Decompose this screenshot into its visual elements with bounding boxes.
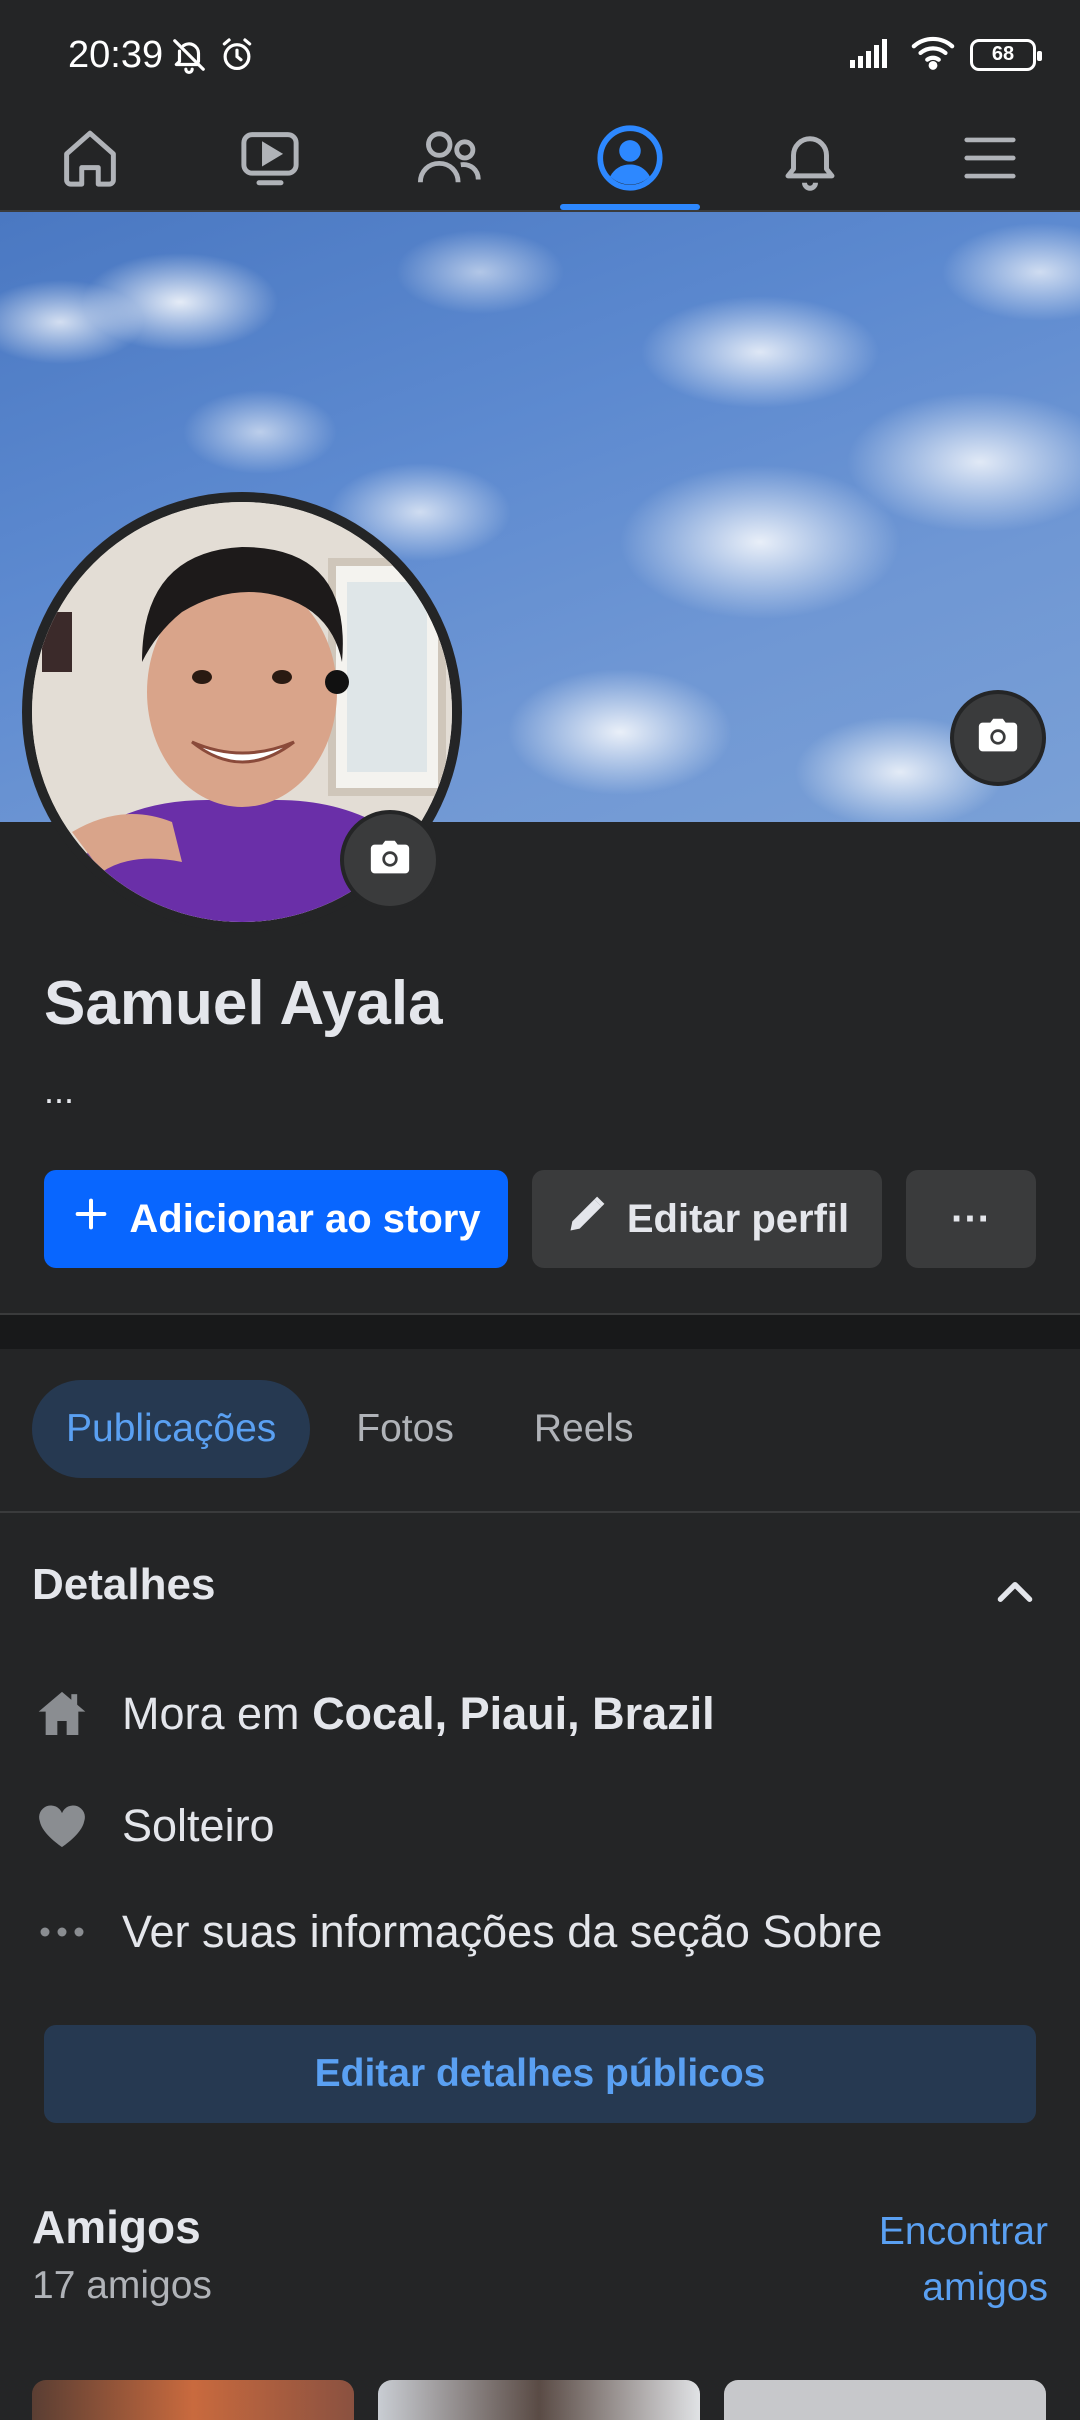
detail-relationship: Solteiro: [32, 1796, 275, 1856]
bell-icon: [777, 125, 843, 196]
edit-profile-picture-button[interactable]: [340, 810, 440, 910]
home-icon: [32, 1684, 92, 1744]
divider: [0, 1511, 1080, 1513]
edit-profile-button[interactable]: Editar perfil: [532, 1170, 882, 1268]
profile-bio[interactable]: ...: [44, 1070, 74, 1112]
top-navigation: [0, 110, 1080, 210]
battery-icon: 68: [970, 38, 1042, 71]
plus-icon: [71, 1194, 111, 1244]
wifi-icon: [910, 34, 956, 75]
add-to-story-label: Adicionar ao story: [129, 1196, 481, 1241]
nav-tab-menu[interactable]: [900, 110, 1080, 210]
edit-cover-photo-button[interactable]: [950, 690, 1046, 786]
more-options-button[interactable]: ···: [906, 1170, 1036, 1268]
relationship-status: Solteiro: [122, 1800, 275, 1851]
profile-name: Samuel Ayala: [44, 969, 443, 1038]
profile-icon: [596, 124, 664, 197]
alarm-icon: [218, 36, 256, 79]
heart-icon: [32, 1796, 92, 1856]
find-friends-line2: amigos: [922, 2266, 1048, 2309]
nav-tab-profile[interactable]: [540, 110, 720, 210]
edit-public-details-button[interactable]: Editar detalhes públicos: [44, 2025, 1036, 2123]
detail-lives-in: Mora em Cocal, Piaui, Brazil: [32, 1684, 715, 1744]
status-bar: 20:39 68: [0, 0, 1080, 110]
tab-fotos[interactable]: Fotos: [322, 1380, 488, 1478]
friend-thumbnail[interactable]: [32, 2380, 354, 2420]
home-icon: [57, 125, 123, 196]
tab-publicacoes[interactable]: Publicações: [32, 1380, 311, 1478]
signal-icon: [848, 36, 896, 73]
camera-icon: [367, 835, 413, 886]
friends-title: Amigos: [32, 2201, 201, 2253]
hamburger-menu-icon: [959, 127, 1021, 194]
detail-about-link[interactable]: Ver suas informações da seção Sobre: [32, 1902, 882, 1962]
collapse-details-button[interactable]: [990, 1568, 1040, 1623]
camera-icon: [975, 713, 1021, 764]
chevron-up-icon: [990, 1581, 1040, 1622]
find-friends-line1: Encontrar: [878, 2210, 1048, 2253]
friend-thumbnail[interactable]: [724, 2380, 1046, 2420]
section-separator: [0, 1315, 1080, 1349]
friend-thumbnail[interactable]: [378, 2380, 700, 2420]
mute-notification-icon: [170, 36, 208, 79]
about-link-label: Ver suas informações da seção Sobre: [122, 1906, 883, 1957]
details-title: Detalhes: [32, 1560, 216, 1609]
nav-tab-notifications[interactable]: [720, 110, 900, 210]
video-icon: [237, 125, 303, 196]
nav-tab-watch[interactable]: [180, 110, 360, 210]
profile-content-tabs: Publicações Fotos Reels: [32, 1380, 668, 1478]
more-dots-icon: ···: [951, 1196, 991, 1241]
friends-count: 17 amigos: [32, 2264, 212, 2307]
edit-profile-label: Editar perfil: [626, 1196, 850, 1241]
lives-in-prefix: Mora em: [122, 1688, 300, 1739]
more-dots-icon: [32, 1902, 92, 1962]
status-time: 20:39: [68, 34, 164, 76]
find-friends-link[interactable]: Encontrar amigos: [808, 2204, 1048, 2316]
pencil-icon: [565, 1192, 609, 1246]
nav-tab-home[interactable]: [0, 110, 180, 210]
friends-icon: [415, 125, 485, 196]
nav-tab-friends[interactable]: [360, 110, 540, 210]
tab-reels[interactable]: Reels: [500, 1380, 668, 1478]
battery-level: 68: [991, 43, 1015, 65]
lives-in-place: Cocal, Piaui, Brazil: [312, 1688, 715, 1739]
add-to-story-button[interactable]: Adicionar ao story: [44, 1170, 508, 1268]
